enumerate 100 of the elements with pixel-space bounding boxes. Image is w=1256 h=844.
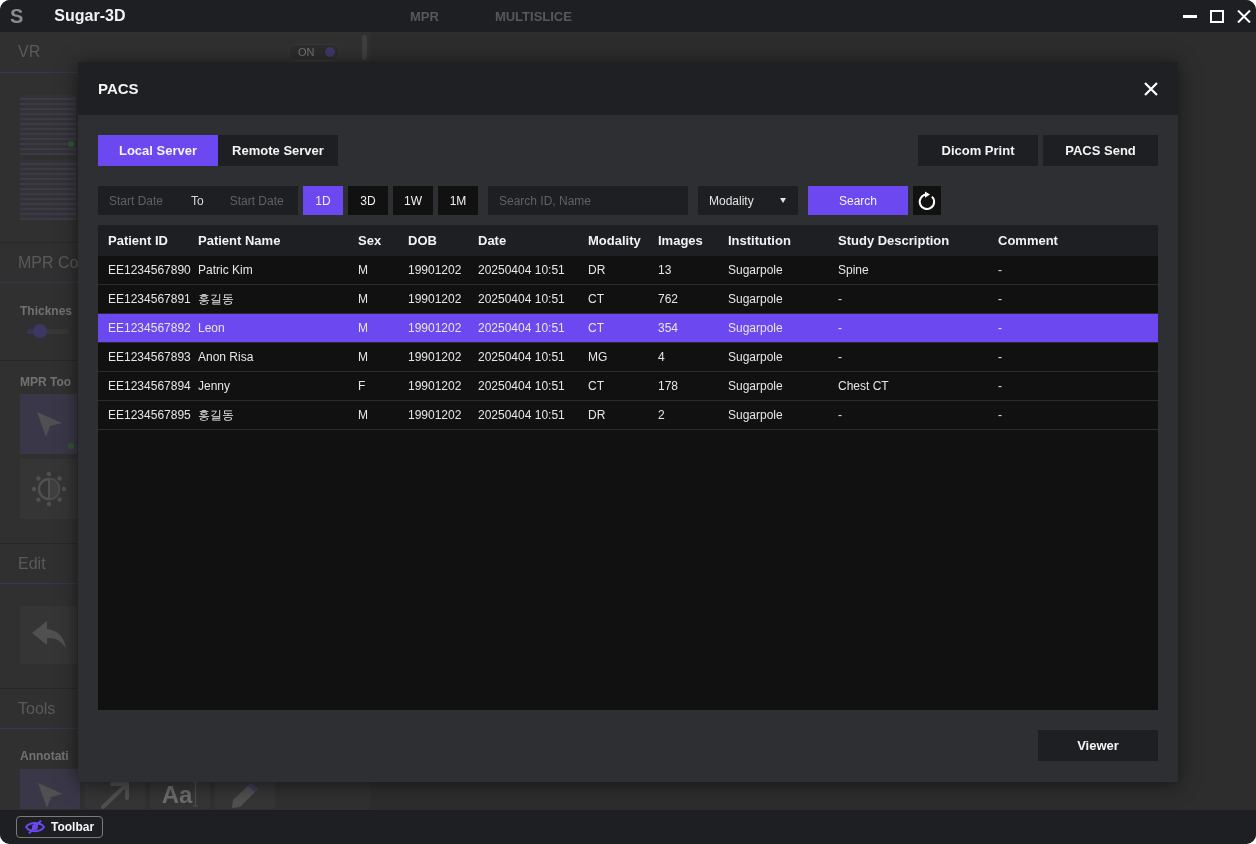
start-date-field[interactable]: Start Date	[98, 186, 178, 215]
end-date-field[interactable]: Start Date	[218, 186, 295, 215]
table-cell-text: Patric Kim	[197, 263, 254, 277]
table-cell-text: -	[837, 350, 843, 364]
table-cell-text: 178	[657, 379, 680, 393]
table-cell-text: Sugarpole	[727, 321, 784, 335]
table-cell-text: 홍길동	[197, 406, 235, 424]
app-title: Sugar-3D	[54, 6, 126, 26]
table-cell-text: -	[837, 292, 843, 306]
table-cell-text: EE1234567892	[107, 321, 192, 335]
table-cell-text: M	[357, 321, 369, 335]
status-dot-icon	[68, 141, 74, 147]
table-cell-text: 19901202	[407, 408, 463, 422]
action-button[interactable]: Dicom Print	[918, 135, 1038, 166]
table-cell-text: Sugarpole	[727, 263, 784, 277]
app-logo: S	[10, 4, 24, 28]
search-button[interactable]: Search	[808, 186, 908, 215]
table-cell-text: Chest CT	[837, 379, 890, 393]
column-header: Institution	[727, 233, 792, 248]
table-cell-text: F	[357, 379, 367, 393]
table-cell-text: CT	[587, 292, 605, 306]
group-label: MPR Too	[20, 374, 72, 390]
pointer-tool[interactable]	[20, 769, 80, 809]
table-cell-text: Leon	[197, 321, 226, 335]
table-cell-text: CT	[587, 321, 605, 335]
table-cell-text: MG	[587, 350, 609, 364]
undo-icon	[30, 620, 67, 650]
scrollbar-thumb[interactable]	[362, 35, 367, 60]
column-header: Images	[657, 233, 704, 248]
column-header: Sex	[357, 233, 383, 248]
table-cell-text: Spine	[837, 263, 870, 277]
refresh-button[interactable]	[913, 186, 941, 215]
table-cell-text: 20250404 10:51	[477, 408, 566, 422]
table-cell-text: Sugarpole	[727, 292, 784, 306]
table-cell-text: EE1234567893	[107, 350, 192, 364]
table-cell-text: 20250404 10:51	[477, 263, 566, 277]
table-cell-text: EE1234567895	[107, 408, 192, 422]
photo-placeholder	[20, 160, 76, 220]
pointer-icon	[36, 781, 64, 809]
table-cell-text: M	[357, 263, 369, 277]
table-cell-text: 19901202	[407, 263, 463, 277]
server-tab[interactable]: Remote Server	[218, 135, 338, 166]
table-cell-text: EE1234567890	[107, 263, 192, 277]
close-icon[interactable]	[1237, 9, 1251, 23]
table-cell-text: -	[997, 408, 1003, 422]
range-button[interactable]: 1D	[303, 186, 343, 215]
server-tab[interactable]: Local Server	[98, 135, 218, 166]
slider-thumb[interactable]	[32, 324, 47, 338]
undo-button[interactable]	[20, 606, 77, 664]
action-button[interactable]: PACS Send	[1043, 135, 1158, 166]
table-cell-text: M	[357, 408, 369, 422]
column-header: Patient Name	[197, 233, 282, 248]
pointer-icon	[34, 410, 63, 438]
text-cursor-icon	[193, 781, 199, 807]
maximize-icon[interactable]	[1210, 9, 1224, 23]
range-button[interactable]: 1W	[393, 186, 433, 215]
table-cell-text: 20250404 10:51	[477, 379, 566, 393]
modality-dropdown[interactable]: Modality	[698, 186, 798, 215]
table-cell-text: 19901202	[407, 379, 463, 393]
range-button[interactable]: 1M	[438, 186, 478, 215]
column-header: Date	[477, 233, 508, 248]
column-header: Study Description	[837, 233, 951, 248]
range-button[interactable]: 3D	[348, 186, 388, 215]
table-cell-text: EE1234567894	[107, 379, 192, 393]
pointer-tool[interactable]	[20, 394, 77, 454]
column-header: Modality	[587, 233, 642, 248]
column-header: DOB	[407, 233, 438, 248]
search-field[interactable]: Search ID, Name	[488, 186, 688, 215]
date-range-field[interactable]: Start Date To Start Date	[98, 186, 298, 215]
toolbar-toggle-button[interactable]: Toolbar	[16, 816, 104, 838]
table-cell-text: 19901202	[407, 321, 463, 335]
table-cell-text: -	[997, 321, 1003, 335]
table-cell-text: -	[997, 292, 1003, 306]
table-cell-text: Sugarpole	[727, 379, 784, 393]
close-button[interactable]	[1144, 81, 1158, 96]
table-cell-text: M	[357, 292, 369, 306]
table-cell-text: Jenny	[197, 379, 232, 393]
table-cell-text: CT	[587, 379, 605, 393]
contrast-tool[interactable]	[20, 459, 77, 519]
table-cell-text: 20250404 10:51	[477, 350, 566, 364]
minimize-icon[interactable]	[1183, 14, 1197, 18]
slider-label: Thicknes	[20, 303, 73, 319]
viewer-button[interactable]: Viewer	[1038, 730, 1158, 761]
table-cell-text: -	[997, 350, 1003, 364]
close-icon	[1144, 81, 1158, 96]
table-cell-text: -	[837, 408, 843, 422]
table-cell-text: 19901202	[407, 292, 463, 306]
table-row[interactable]: EE1234567892 Leon M 19901202 20250404 10:51 CT 354 Sugarpole - -	[98, 314, 1158, 343]
table-cell-text: Sugarpole	[727, 350, 784, 364]
table-cell-text: DR	[587, 263, 607, 277]
table-cell-text: Sugarpole	[727, 408, 784, 422]
table-cell-text: 19901202	[407, 350, 463, 364]
status-dot-icon	[68, 443, 74, 449]
refresh-icon	[917, 190, 937, 211]
table-cell-text: 354	[657, 321, 680, 335]
caret-icon	[780, 198, 786, 203]
pencil-icon	[230, 781, 260, 809]
column-header: Comment	[997, 233, 1059, 248]
table-cell-text: 4	[657, 350, 666, 364]
column-header: Patient ID	[107, 233, 169, 248]
